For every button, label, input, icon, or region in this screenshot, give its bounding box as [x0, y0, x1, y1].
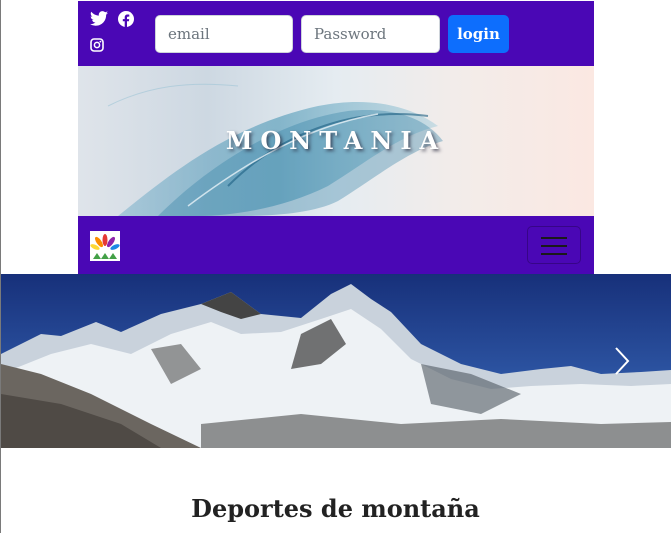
facebook-icon[interactable] [118, 11, 134, 27]
password-field[interactable] [301, 15, 440, 53]
hero-carousel [1, 274, 671, 448]
instagram-icon[interactable] [90, 38, 104, 52]
section-heading: Deportes de montaña [191, 494, 480, 523]
brand-title: MONTANIA [225, 126, 447, 155]
twitter-icon[interactable] [90, 11, 108, 26]
page-edge [0, 0, 1, 533]
mountain-image [1, 274, 671, 448]
chevron-right-icon[interactable] [609, 344, 635, 378]
navbar [78, 216, 594, 274]
login-button[interactable]: login [448, 15, 509, 53]
hamburger-menu-icon[interactable] [527, 226, 581, 264]
top-bar: login [78, 1, 594, 66]
email-field[interactable] [155, 15, 293, 53]
logo-icon[interactable] [90, 231, 120, 261]
header-banner: MONTANIA [78, 66, 594, 216]
